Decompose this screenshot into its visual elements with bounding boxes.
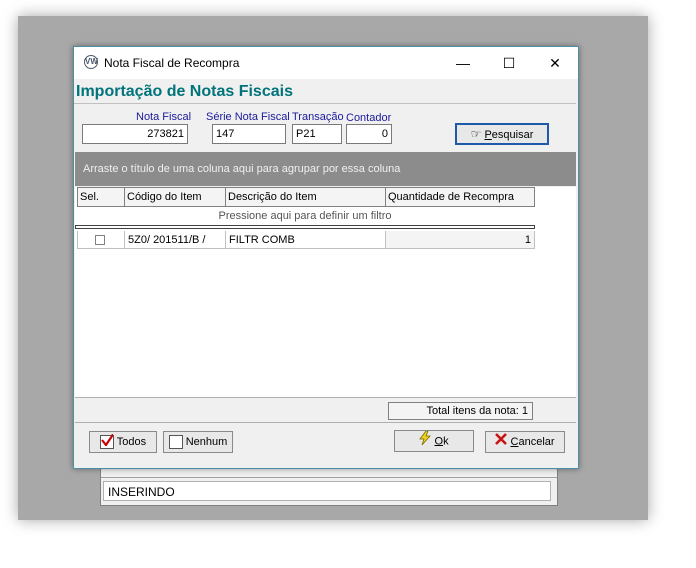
pesquisar-label: esquisar [491, 129, 534, 141]
close-button[interactable]: ✕ [532, 47, 578, 79]
cancelar-label: ancelar [518, 436, 555, 448]
pointing-hand-icon: ☞ [470, 127, 482, 141]
title-bar: VW Nota Fiscal de Recompra — ☐ ✕ [74, 47, 578, 79]
total-items-label: Total itens da nota: 1 [388, 402, 533, 420]
filter-row[interactable]: Pressione aqui para definir um filtro [75, 207, 535, 225]
column-header-codigo[interactable]: Código do Item [124, 187, 226, 207]
checked-checkbox-icon [99, 434, 114, 450]
transacao-label: Transação [292, 111, 344, 123]
dialog-window: VW Nota Fiscal de Recompra — ☐ ✕ Importa… [73, 46, 579, 469]
maximize-button[interactable]: ☐ [486, 47, 532, 79]
items-grid: Sel. Código do Item Descrição do Item Qu… [75, 187, 576, 397]
grid-footer: Total itens da nota: 1 [75, 397, 576, 423]
column-header-quantidade[interactable]: Quantidade de Recompra [385, 187, 535, 207]
column-header-sel[interactable]: Sel. [77, 187, 125, 207]
ok-button[interactable]: Ok [394, 430, 474, 452]
contador-label: Contador [346, 112, 392, 124]
background-status-field: INSERINDO [103, 481, 551, 501]
row-select-checkbox[interactable] [95, 235, 105, 245]
background-panel: INSERINDO [100, 464, 558, 506]
minimize-button[interactable]: — [440, 47, 486, 79]
nenhum-button[interactable]: Nenhum [163, 431, 233, 453]
row-codigo-cell: 5Z0/ 201511/B / [125, 231, 226, 249]
page-title: Importação de Notas Fiscais [76, 83, 293, 100]
row-quantidade-cell: 1 [386, 231, 535, 249]
nenhum-label: Nenhum [185, 436, 228, 448]
todos-label: Todos [116, 436, 147, 448]
serie-label: Série Nota Fiscal [206, 111, 290, 123]
todos-button[interactable]: Todos [89, 431, 157, 453]
cancel-x-icon [495, 432, 508, 452]
ok-accel: O [434, 435, 444, 448]
heading-divider [74, 103, 576, 104]
lightning-icon [419, 430, 432, 452]
row-descricao-cell: FILTR COMB [226, 231, 386, 249]
vw-logo-icon: VW [84, 55, 98, 69]
cancelar-button[interactable]: Cancelar [485, 431, 565, 453]
transacao-input[interactable]: P21 [292, 124, 342, 144]
pesquisar-accel: P [484, 129, 492, 141]
filter-divider [75, 225, 535, 229]
serie-input[interactable]: 147 [212, 124, 286, 144]
ok-label: k [443, 435, 449, 448]
nota-fiscal-label: Nota Fiscal [136, 111, 192, 123]
window-title: Nota Fiscal de Recompra [104, 56, 240, 70]
contador-input[interactable]: 0 [346, 124, 392, 144]
empty-checkbox-icon [168, 435, 183, 450]
nota-fiscal-input[interactable]: 273821 [82, 124, 188, 144]
group-by-bar[interactable]: Arraste o título de uma coluna aqui para… [75, 152, 576, 186]
pesquisar-button[interactable]: ☞ Pesquisar [455, 123, 549, 145]
column-header-descricao[interactable]: Descrição do Item [225, 187, 386, 207]
